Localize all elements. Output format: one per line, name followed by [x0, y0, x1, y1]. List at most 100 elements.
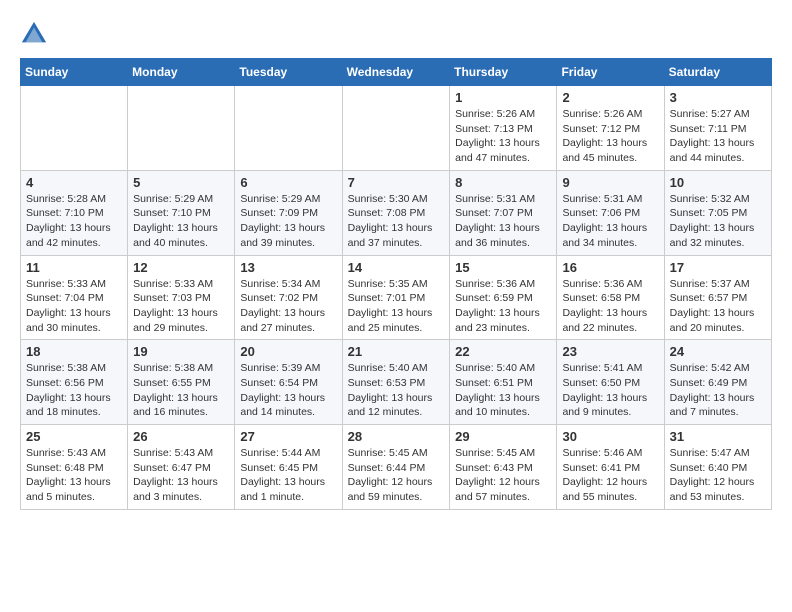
calendar-cell: 19Sunrise: 5:38 AMSunset: 6:55 PMDayligh…	[128, 340, 235, 425]
calendar-cell: 12 Sunrise: 5:33 AMSunset: 7:03 PMDayligh…	[128, 255, 235, 340]
calendar-cell: 23 Sunrise: 5:41 AMSunset: 6:50 PMDayligh…	[557, 340, 664, 425]
day-info: Sunrise: 5:36 AMSunset: 6:58 PMDaylight:…	[562, 277, 658, 336]
calendar-cell: 3 Sunrise: 5:27 AMSunset: 7:11 PMDaylight…	[664, 86, 771, 171]
day-number: 12	[133, 260, 229, 275]
calendar-cell: 5 Sunrise: 5:29 AMSunset: 7:10 PMDaylight…	[128, 170, 235, 255]
day-info: Sunrise: 5:46 AMSunset: 6:41 PMDaylight:…	[562, 446, 658, 505]
calendar-week-row: 4 Sunrise: 5:28 AMSunset: 7:10 PMDaylight…	[21, 170, 772, 255]
day-info: Sunrise: 5:33 AMSunset: 7:04 PMDaylight:…	[26, 277, 122, 336]
day-number: 30	[562, 429, 658, 444]
logo-icon	[20, 20, 48, 48]
day-number: 31	[670, 429, 766, 444]
weekday-header: Wednesday	[342, 59, 450, 86]
day-info: Sunrise: 5:42 AMSunset: 6:49 PMDaylight:…	[670, 361, 766, 420]
day-number: 9	[562, 175, 658, 190]
calendar-week-row: 25 Sunrise: 5:43 AMSunset: 6:48 PMDayligh…	[21, 425, 772, 510]
day-info: Sunrise: 5:26 AMSunset: 7:13 PMDaylight:…	[455, 107, 551, 166]
day-number: 15	[455, 260, 551, 275]
day-info: Sunrise: 5:28 AMSunset: 7:10 PMDaylight:…	[26, 192, 122, 251]
calendar-cell: 25 Sunrise: 5:43 AMSunset: 6:48 PMDayligh…	[21, 425, 128, 510]
calendar-cell: 22Sunrise: 5:40 AMSunset: 6:51 PMDayligh…	[450, 340, 557, 425]
day-number: 17	[670, 260, 766, 275]
calendar: SundayMondayTuesdayWednesdayThursdayFrid…	[20, 58, 772, 510]
day-info: Sunrise: 5:29 AMSunset: 7:09 PMDaylight:…	[240, 192, 336, 251]
day-info: Sunrise: 5:41 AMSunset: 6:50 PMDaylight:…	[562, 361, 658, 420]
calendar-cell	[342, 86, 450, 171]
calendar-cell: 4 Sunrise: 5:28 AMSunset: 7:10 PMDaylight…	[21, 170, 128, 255]
day-info: Sunrise: 5:44 AMSunset: 6:45 PMDaylight:…	[240, 446, 336, 505]
calendar-cell: 15 Sunrise: 5:36 AMSunset: 6:59 PMDayligh…	[450, 255, 557, 340]
day-number: 23	[562, 344, 658, 359]
calendar-cell: 27 Sunrise: 5:44 AMSunset: 6:45 PMDayligh…	[235, 425, 342, 510]
calendar-cell: 9 Sunrise: 5:31 AMSunset: 7:06 PMDaylight…	[557, 170, 664, 255]
day-info: Sunrise: 5:39 AMSunset: 6:54 PMDaylight:…	[240, 361, 336, 420]
calendar-cell	[21, 86, 128, 171]
day-info: Sunrise: 5:27 AMSunset: 7:11 PMDaylight:…	[670, 107, 766, 166]
day-number: 6	[240, 175, 336, 190]
day-info: Sunrise: 5:45 AMSunset: 6:43 PMDaylight:…	[455, 446, 551, 505]
day-number: 8	[455, 175, 551, 190]
calendar-cell: 10 Sunrise: 5:32 AMSunset: 7:05 PMDayligh…	[664, 170, 771, 255]
weekday-header: Tuesday	[235, 59, 342, 86]
day-info: Sunrise: 5:38 AMSunset: 6:56 PMDaylight:…	[26, 361, 122, 420]
day-info: Sunrise: 5:35 AMSunset: 7:01 PMDaylight:…	[348, 277, 445, 336]
calendar-cell: 16 Sunrise: 5:36 AMSunset: 6:58 PMDayligh…	[557, 255, 664, 340]
day-info: Sunrise: 5:43 AMSunset: 6:48 PMDaylight:…	[26, 446, 122, 505]
calendar-cell: 17 Sunrise: 5:37 AMSunset: 6:57 PMDayligh…	[664, 255, 771, 340]
calendar-cell: 26Sunrise: 5:43 AMSunset: 6:47 PMDayligh…	[128, 425, 235, 510]
day-number: 22	[455, 344, 551, 359]
day-info: Sunrise: 5:43 AMSunset: 6:47 PMDaylight:…	[133, 446, 229, 505]
weekday-header-row: SundayMondayTuesdayWednesdayThursdayFrid…	[21, 59, 772, 86]
day-info: Sunrise: 5:30 AMSunset: 7:08 PMDaylight:…	[348, 192, 445, 251]
calendar-cell: 31Sunrise: 5:47 AMSunset: 6:40 PMDayligh…	[664, 425, 771, 510]
day-number: 14	[348, 260, 445, 275]
calendar-cell: 2 Sunrise: 5:26 AMSunset: 7:12 PMDaylight…	[557, 86, 664, 171]
weekday-header: Thursday	[450, 59, 557, 86]
calendar-cell: 14 Sunrise: 5:35 AMSunset: 7:01 PMDayligh…	[342, 255, 450, 340]
day-info: Sunrise: 5:31 AMSunset: 7:06 PMDaylight:…	[562, 192, 658, 251]
day-number: 3	[670, 90, 766, 105]
day-number: 16	[562, 260, 658, 275]
calendar-cell: 20 Sunrise: 5:39 AMSunset: 6:54 PMDayligh…	[235, 340, 342, 425]
day-info: Sunrise: 5:32 AMSunset: 7:05 PMDaylight:…	[670, 192, 766, 251]
day-number: 7	[348, 175, 445, 190]
calendar-cell: 8 Sunrise: 5:31 AMSunset: 7:07 PMDaylight…	[450, 170, 557, 255]
day-info: Sunrise: 5:40 AMSunset: 6:53 PMDaylight:…	[348, 361, 445, 420]
calendar-cell: 13 Sunrise: 5:34 AMSunset: 7:02 PMDayligh…	[235, 255, 342, 340]
day-number: 20	[240, 344, 336, 359]
weekday-header: Sunday	[21, 59, 128, 86]
calendar-week-row: 11Sunrise: 5:33 AMSunset: 7:04 PMDayligh…	[21, 255, 772, 340]
day-number: 1	[455, 90, 551, 105]
day-number: 27	[240, 429, 336, 444]
day-number: 25	[26, 429, 122, 444]
calendar-week-row: 1 Sunrise: 5:26 AMSunset: 7:13 PMDaylight…	[21, 86, 772, 171]
day-number: 2	[562, 90, 658, 105]
day-number: 5	[133, 175, 229, 190]
day-number: 10	[670, 175, 766, 190]
calendar-week-row: 18 Sunrise: 5:38 AMSunset: 6:56 PMDayligh…	[21, 340, 772, 425]
day-info: Sunrise: 5:26 AMSunset: 7:12 PMDaylight:…	[562, 107, 658, 166]
day-info: Sunrise: 5:45 AMSunset: 6:44 PMDaylight:…	[348, 446, 445, 505]
calendar-cell: 28 Sunrise: 5:45 AMSunset: 6:44 PMDayligh…	[342, 425, 450, 510]
weekday-header: Monday	[128, 59, 235, 86]
day-number: 13	[240, 260, 336, 275]
day-info: Sunrise: 5:31 AMSunset: 7:07 PMDaylight:…	[455, 192, 551, 251]
calendar-cell: 29 Sunrise: 5:45 AMSunset: 6:43 PMDayligh…	[450, 425, 557, 510]
day-info: Sunrise: 5:34 AMSunset: 7:02 PMDaylight:…	[240, 277, 336, 336]
day-info: Sunrise: 5:29 AMSunset: 7:10 PMDaylight:…	[133, 192, 229, 251]
day-info: Sunrise: 5:36 AMSunset: 6:59 PMDaylight:…	[455, 277, 551, 336]
day-info: Sunrise: 5:37 AMSunset: 6:57 PMDaylight:…	[670, 277, 766, 336]
day-info: Sunrise: 5:33 AMSunset: 7:03 PMDaylight:…	[133, 277, 229, 336]
calendar-cell: 1 Sunrise: 5:26 AMSunset: 7:13 PMDaylight…	[450, 86, 557, 171]
logo	[20, 20, 52, 48]
page-header	[20, 20, 772, 48]
calendar-cell: 21Sunrise: 5:40 AMSunset: 6:53 PMDayligh…	[342, 340, 450, 425]
calendar-cell: 30 Sunrise: 5:46 AMSunset: 6:41 PMDayligh…	[557, 425, 664, 510]
day-number: 24	[670, 344, 766, 359]
day-number: 28	[348, 429, 445, 444]
day-number: 18	[26, 344, 122, 359]
weekday-header: Saturday	[664, 59, 771, 86]
day-number: 29	[455, 429, 551, 444]
day-number: 4	[26, 175, 122, 190]
calendar-cell	[128, 86, 235, 171]
